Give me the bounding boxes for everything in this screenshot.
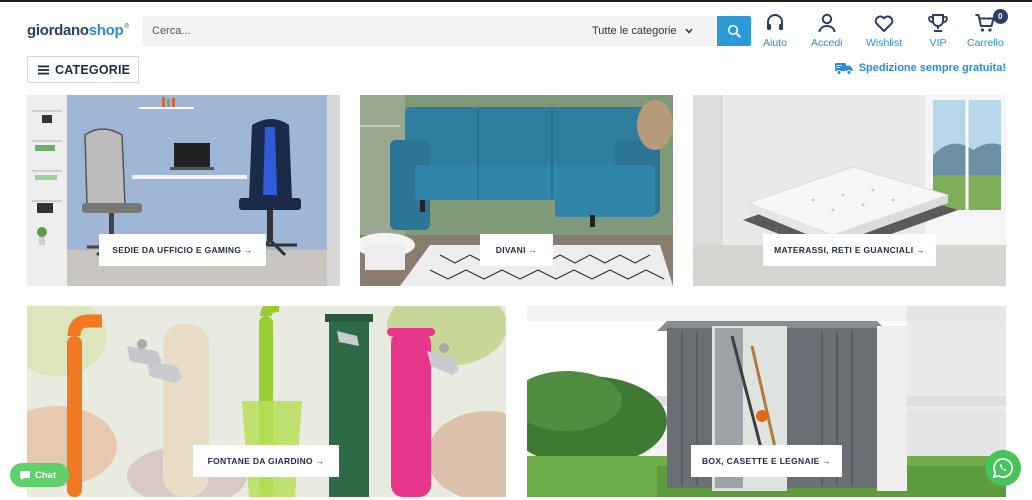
search-bar: Tutte le categorie [142,16,751,46]
logo-registered-mark: ® [124,24,129,30]
tile-sofas-label[interactable]: DIVANI → [480,234,553,266]
headset-icon [766,14,783,30]
category-tile-office-gaming-chairs[interactable]: SEDIE DA UFFICIO E GAMING → [27,95,340,286]
logo-text-giordano: giordano [27,22,89,39]
chat-button[interactable]: Chat [10,463,69,487]
nav-cart[interactable]: 0 Carrello [967,9,1008,49]
nav-cart-label: Carrello [967,37,1004,49]
tile-office-chairs-label[interactable]: SEDIE DA UFFICIO E GAMING → [99,234,266,266]
trophy-icon [928,14,948,32]
category-tile-garden-sheds[interactable]: BOX, CASETTE E LEGNAIE → [527,306,1006,497]
nav-help[interactable]: Aiuto [763,12,787,49]
tile-garden-sheds-label[interactable]: BOX, CASETTE E LEGNAIE → [691,445,842,477]
cart-count-badge: 0 [992,9,1008,24]
delivery-truck-icon [834,63,853,75]
category-tile-garden-fountains[interactable]: FONTANE DA GIARDINO → [27,306,506,497]
top-border [0,0,1032,2]
whatsapp-button[interactable] [985,450,1021,486]
free-shipping-text: Spedizione sempre gratuita! [858,62,1006,74]
search-icon [727,24,741,38]
user-icon [818,13,836,33]
nav-vip[interactable]: VIP [927,12,949,49]
heart-icon [874,15,894,32]
giordanoshop-logo[interactable]: giordano shop ® [27,22,129,42]
category-tile-mattresses[interactable]: MATERASSI, RETI E GUANCIALI → [693,95,1006,286]
nav-wishlist[interactable]: Wishlist [866,12,902,49]
chevron-down-icon [685,28,693,34]
category-select[interactable]: Tutte le categorie [592,16,693,46]
tile-garden-fountains-label[interactable]: FONTANE DA GIARDINO → [193,445,339,477]
hamburger-menu-icon [38,65,49,74]
search-input[interactable] [142,16,572,46]
nav-login[interactable]: Accedi [811,12,843,49]
chat-label: Chat [35,469,57,481]
nav-vip-label: VIP [929,37,947,49]
whatsapp-icon [992,458,1013,479]
nav-login-label: Accedi [811,37,843,49]
chat-bubble-icon [20,470,30,480]
nav-wishlist-label: Wishlist [866,37,903,49]
nav-help-label: Aiuto [763,37,787,49]
search-button[interactable] [717,16,751,46]
category-tile-sofas[interactable]: DIVANI → [360,95,673,286]
logo-text-shop: shop [88,22,124,39]
categories-label: CATEGORIE [55,62,131,77]
tile-mattresses-label[interactable]: MATERASSI, RETI E GUANCIALI → [763,234,936,266]
free-shipping-notice: Spedizione sempre gratuita! [834,61,1006,75]
categories-menu-button[interactable]: CATEGORIE [27,56,139,83]
category-select-label: Tutte le categorie [592,25,677,37]
